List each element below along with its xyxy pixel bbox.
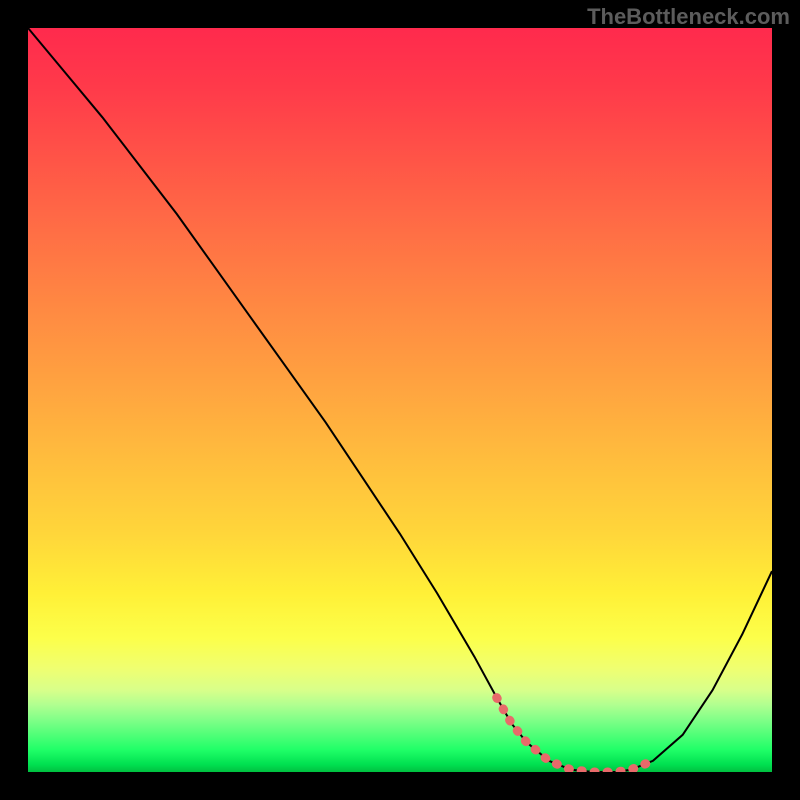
highlight-segment [497, 698, 653, 772]
watermark-text: TheBottleneck.com [587, 4, 790, 30]
plot-area [28, 28, 772, 772]
bottleneck-curve [28, 28, 772, 772]
chart-container: TheBottleneck.com [0, 0, 800, 800]
curve-layer [28, 28, 772, 772]
